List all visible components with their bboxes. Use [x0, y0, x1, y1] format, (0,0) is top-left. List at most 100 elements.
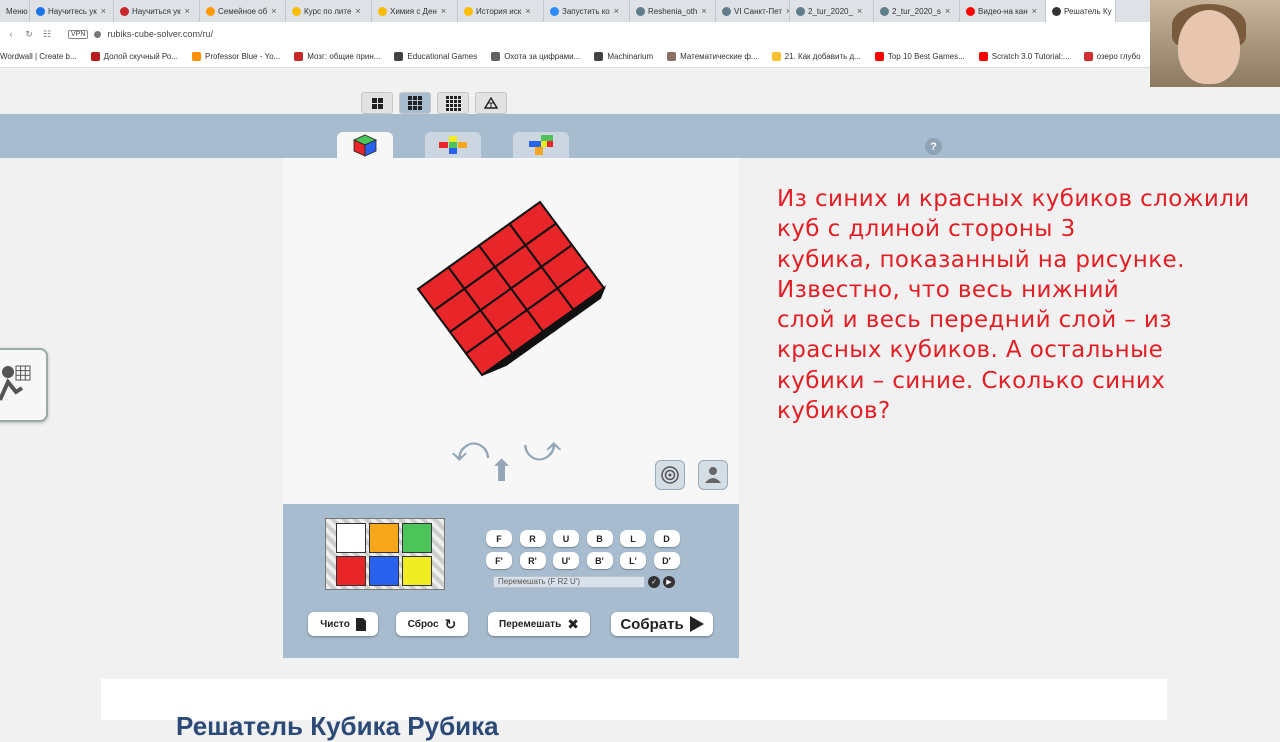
move-button[interactable]: R': [520, 552, 546, 569]
bookmark-item[interactable]: Top 10 Best Games...: [875, 52, 965, 61]
browser-tab[interactable]: Химия с Ден×: [372, 0, 458, 22]
bookmark-item[interactable]: Математические ф...: [667, 52, 757, 61]
bookmark-label: 21. Как добавить д...: [785, 52, 861, 61]
color-swatch[interactable]: [369, 556, 399, 586]
move-button[interactable]: U': [553, 552, 579, 569]
move-button[interactable]: D': [654, 552, 680, 569]
tab-close-icon[interactable]: ×: [525, 6, 530, 16]
pyramid-button[interactable]: [475, 92, 507, 114]
reset-button[interactable]: Сброс ↻: [396, 612, 468, 636]
side-widget[interactable]: [0, 348, 48, 422]
section-heading: Решатель Кубика Рубика: [176, 711, 499, 742]
move-button[interactable]: L': [620, 552, 646, 569]
tab-3d-cube[interactable]: [337, 132, 393, 158]
tab-close-icon[interactable]: ×: [857, 6, 862, 16]
scramble-button[interactable]: Перемешать ✖: [488, 612, 590, 636]
rotate-up-icon[interactable]: ⬆: [489, 454, 514, 489]
tab-close-icon[interactable]: ×: [355, 6, 360, 16]
bookmark-icon: [294, 52, 303, 61]
color-swatch[interactable]: [336, 556, 366, 586]
tab-close-icon[interactable]: ×: [945, 6, 950, 16]
auto-rotate-button[interactable]: [698, 460, 728, 490]
bookmark-label: Educational Games: [407, 52, 477, 61]
color-swatch[interactable]: [402, 556, 432, 586]
play-icon[interactable]: ▶: [663, 576, 675, 588]
rotate-left-icon[interactable]: ⤺: [451, 428, 489, 471]
color-swatch[interactable]: [402, 523, 432, 553]
clear-button[interactable]: Чисто: [308, 612, 378, 636]
back-icon[interactable]: ‹: [4, 29, 18, 39]
move-button[interactable]: B': [587, 552, 613, 569]
tab-flat-net[interactable]: [425, 132, 481, 158]
cube-3x3-button[interactable]: [399, 92, 431, 114]
tab-close-icon[interactable]: ×: [185, 6, 190, 16]
browser-tab[interactable]: Решатель Ку×: [1046, 0, 1116, 22]
browser-tab[interactable]: 2_tur_2020_ ×: [790, 0, 874, 22]
browser-tab[interactable]: Курс по лите×: [286, 0, 372, 22]
check-icon[interactable]: ✓: [648, 576, 660, 588]
tab-close-icon[interactable]: ×: [614, 6, 619, 16]
bookmark-item[interactable]: Долой скучный Ро...: [91, 52, 178, 61]
move-button[interactable]: L: [620, 530, 646, 547]
move-button[interactable]: B: [587, 530, 613, 547]
bookmark-item[interactable]: Мозг: общие прин...: [294, 52, 380, 61]
cube-2x2-button[interactable]: [361, 92, 393, 114]
browser-tab[interactable]: Видео-на кан×: [960, 0, 1046, 22]
reload-icon[interactable]: ↻: [22, 29, 36, 40]
browser-tab[interactable]: VI Санкт-Пет×: [716, 0, 790, 22]
tab-favicon-icon: [722, 7, 731, 16]
help-button[interactable]: ?: [925, 138, 942, 155]
vpn-badge[interactable]: VPN: [68, 30, 88, 39]
url-field[interactable]: rubiks-cube-solver.com/ru/: [107, 29, 213, 39]
bookmark-item[interactable]: Wordwall | Create b...: [0, 52, 77, 61]
color-swatch[interactable]: [336, 523, 366, 553]
bookmark-label: Математические ф...: [680, 52, 757, 61]
reset-view-button[interactable]: [655, 460, 685, 490]
bookmark-item[interactable]: Educational Games: [394, 52, 477, 61]
lock-icon[interactable]: [94, 31, 101, 38]
browser-tab[interactable]: Научитесь ук×: [30, 0, 114, 22]
apps-icon[interactable]: ☷: [40, 29, 54, 40]
tab-close-icon[interactable]: ×: [271, 6, 276, 16]
tab-unfolded[interactable]: [513, 132, 569, 158]
grid-4x4-icon: [446, 96, 461, 111]
shuffle-icon: ✖: [567, 616, 579, 633]
move-button[interactable]: D: [654, 530, 680, 547]
browser-tab[interactable]: Научиться ук×: [114, 0, 200, 22]
tab-label: 2_tur_2020_: [808, 7, 853, 16]
browser-tab[interactable]: История иск×: [458, 0, 544, 22]
solve-button[interactable]: Собрать: [611, 612, 713, 636]
browser-tab[interactable]: Семейное об×: [200, 0, 286, 22]
bookmark-label: Top 10 Best Games...: [888, 52, 965, 61]
bookmark-item[interactable]: Scratch 3.0 Tutorial:...: [979, 52, 1070, 61]
move-button[interactable]: U: [553, 530, 579, 547]
cube-net-icon: [439, 136, 467, 154]
color-swatch[interactable]: [369, 523, 399, 553]
bookmark-label: Wordwall | Create b...: [0, 52, 77, 61]
browser-tab[interactable]: 2_tur_2020_s ×: [874, 0, 960, 22]
cube-4x4-button[interactable]: [437, 92, 469, 114]
tab-label: 2_tur_2020_s: [892, 7, 941, 16]
scramble-sequence-field[interactable]: Перемешать (F R2 U'): [493, 576, 645, 588]
browser-tab[interactable]: Меню: [0, 0, 30, 22]
cube-viewport[interactable]: ⤺ ⤻ ⬆: [283, 158, 739, 504]
tab-close-icon[interactable]: ×: [1032, 6, 1037, 16]
browser-tab[interactable]: Reshenia_oth×: [630, 0, 716, 22]
tab-close-icon[interactable]: ×: [441, 6, 446, 16]
bookmark-item[interactable]: Professor Blue - Yo...: [192, 52, 280, 61]
cube-3d-view[interactable]: [283, 158, 739, 504]
move-button[interactable]: F': [486, 552, 512, 569]
move-button[interactable]: R: [520, 530, 546, 547]
bookmark-item[interactable]: Охота за цифрами...: [491, 52, 580, 61]
bookmark-item[interactable]: озеро глубо: [1084, 52, 1141, 61]
tab-favicon-icon: [880, 7, 889, 16]
rotate-right-icon[interactable]: ⤻: [523, 428, 561, 471]
browser-tab[interactable]: Запустить ко×: [544, 0, 630, 22]
bookmark-item[interactable]: 21. Как добавить д...: [772, 52, 861, 61]
tab-close-icon[interactable]: ×: [101, 6, 106, 16]
tab-close-icon[interactable]: ×: [701, 6, 706, 16]
bookmark-icon: [772, 52, 781, 61]
bookmark-item[interactable]: Machinarium: [594, 52, 653, 61]
move-button[interactable]: F: [486, 530, 512, 547]
refresh-icon: ↻: [445, 616, 457, 633]
